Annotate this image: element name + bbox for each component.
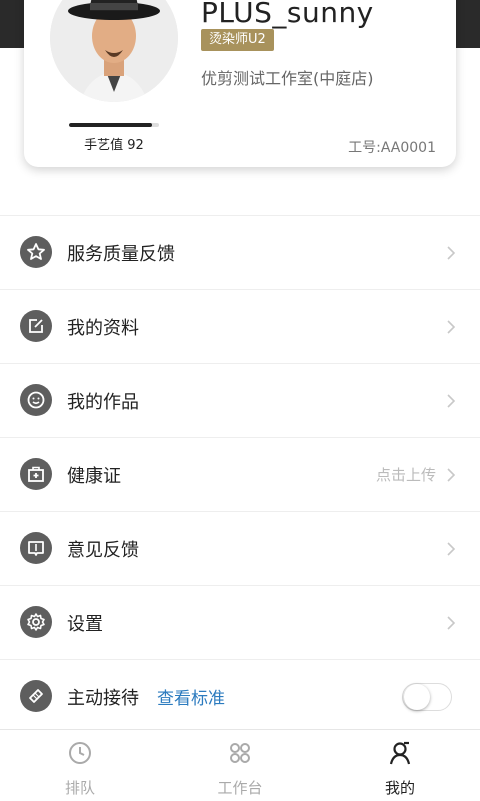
menu-item-my-profile[interactable]: 我的资料 [0,290,480,364]
menu-item-health-certificate[interactable]: 健康证 点击上传 [0,438,480,512]
book-icon [20,532,52,564]
menu-item-label: 我的作品 [67,391,139,413]
store-name: 优剪测试工作室(中庭店) [201,69,374,88]
skill-progress-fill [69,123,152,127]
active-reception-toggle[interactable] [402,682,452,711]
staff-id: 工号:AA0001 [348,140,436,156]
tab-workbench[interactable]: 工作台 [160,730,320,801]
chevron-right-icon [447,245,456,260]
scissors-comb-icon [20,680,52,712]
chevron-right-icon [447,467,456,482]
grid-icon [230,743,250,763]
chevron-right-icon [447,541,456,556]
medical-kit-icon [20,458,52,490]
person-icon [389,741,411,765]
tab-label: 我的 [384,779,415,797]
skill-label: 手艺值 92 [84,138,144,153]
role-badge: 烫染师U2 [201,29,274,51]
menu-item-label: 我的资料 [67,317,139,339]
menu-list: 服务质量反馈 我的资料 我的作品 健康证 点击上传 意见反馈 设置 主动接待 查… [0,215,480,733]
view-standard-link[interactable]: 查看标准 [157,684,225,709]
toggle-knob [404,683,430,710]
menu-item-label: 设置 [67,613,103,635]
menu-item-my-works[interactable]: 我的作品 [0,364,480,438]
menu-item-settings[interactable]: 设置 [0,586,480,660]
tab-mine[interactable]: 我的 [320,730,480,801]
menu-item-feedback[interactable]: 意见反馈 [0,512,480,586]
menu-item-label: 健康证 [67,465,121,487]
username: PLUS_sunny [201,0,374,29]
smile-icon [20,384,52,416]
chevron-right-icon [447,319,456,334]
star-icon [20,236,52,268]
menu-item-active-reception: 主动接待 查看标准 [0,660,480,733]
tab-queue[interactable]: 排队 [0,730,160,801]
tab-label: 工作台 [217,779,263,797]
bottom-tab-bar: 排队 工作台 我的 [0,729,480,801]
chevron-right-icon [447,393,456,408]
skill-progress-bar [69,123,159,127]
menu-item-label: 意见反馈 [67,539,139,561]
clock-icon [69,742,91,764]
menu-item-service-feedback[interactable]: 服务质量反馈 [0,216,480,290]
avatar[interactable] [50,0,178,102]
chevron-right-icon [447,615,456,630]
edit-icon [20,310,52,342]
menu-item-label: 服务质量反馈 [67,243,175,265]
profile-card: PLUS_sunny 烫染师U2 优剪测试工作室(中庭店) 手艺值 92 工号:… [24,0,456,167]
upload-hint[interactable]: 点击上传 [376,464,436,485]
gear-icon [20,606,52,638]
menu-item-label: 主动接待 [67,687,139,709]
tab-label: 排队 [64,779,95,797]
